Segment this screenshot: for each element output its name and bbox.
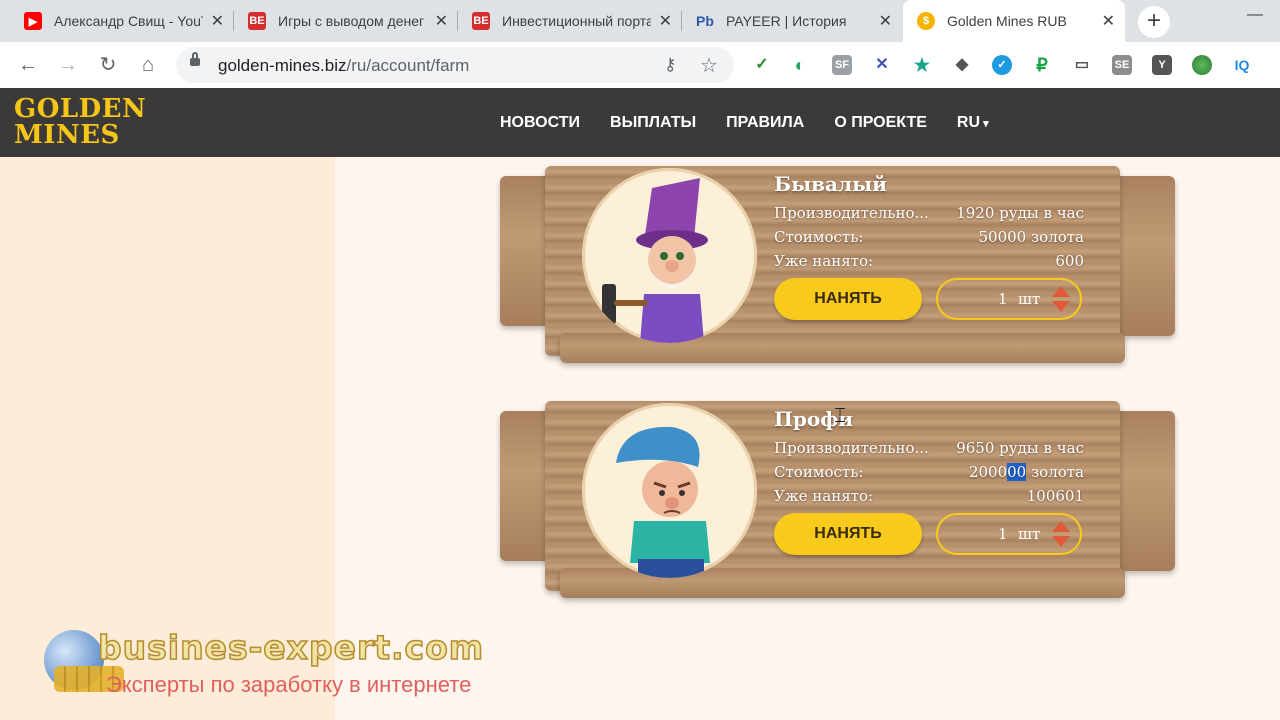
new-tab-button[interactable]: + bbox=[1138, 6, 1170, 38]
browser-tab-games[interactable]: BE Игры с выводом денег ✕ bbox=[234, 0, 458, 42]
browser-tab-payeer[interactable]: Pb PAYEER | История ✕ bbox=[682, 0, 902, 42]
extension-iq-icon[interactable]: IQ bbox=[1232, 55, 1252, 75]
extension-check-circle-icon[interactable]: ✓ bbox=[992, 55, 1012, 75]
stat-value: 100601 bbox=[1026, 487, 1084, 505]
close-icon[interactable]: ✕ bbox=[435, 11, 448, 31]
extension-swirl-icon[interactable]: ◐ bbox=[790, 55, 810, 75]
tab-title: Александр Свищ - YouTube bbox=[54, 13, 203, 29]
payeer-icon: Pb bbox=[696, 13, 714, 29]
tab-title: Golden Mines RUB bbox=[947, 13, 1067, 29]
lock-icon bbox=[190, 52, 200, 66]
close-icon[interactable]: ✕ bbox=[659, 11, 672, 31]
extension-monitor-icon[interactable]: ▭ bbox=[1072, 55, 1092, 75]
watermark-tagline: Эксперты по заработку в интернете bbox=[106, 672, 472, 697]
stat-row-productivity: Производительно... 9650 руды в час bbox=[774, 439, 1084, 461]
watermark-site: busines-expert.com bbox=[97, 627, 485, 668]
quantity-value[interactable]: 1 bbox=[998, 290, 1008, 308]
hire-button[interactable]: НАНЯТЬ bbox=[774, 278, 922, 320]
home-icon[interactable]: ⌂ bbox=[134, 51, 162, 79]
worker-card-profi: Профи ⌶ Производительно... 9650 руды в ч… bbox=[500, 393, 1175, 605]
address-bar[interactable]: golden-mines.biz/ru/account/farm ⚷ ☆ bbox=[176, 47, 734, 83]
golden-mines-logo[interactable]: GOLDEN MINES bbox=[14, 96, 146, 148]
quantity-unit: шт bbox=[1018, 290, 1041, 308]
browser-toolbar: ← → ↻ ⌂ golden-mines.biz/ru/account/farm… bbox=[0, 42, 1280, 89]
gnome-avatar bbox=[582, 168, 757, 343]
browser-tab-strip: ▶ Александр Свищ - YouTube ✕ BE Игры с в… bbox=[0, 0, 1280, 42]
nav-payouts[interactable]: ВЫПЛАТЫ bbox=[610, 114, 696, 132]
extension-sf-icon[interactable]: SF bbox=[832, 55, 852, 75]
gnome-blue-hat-illustration bbox=[616, 426, 710, 578]
extension-cube-icon[interactable]: ◆ bbox=[952, 55, 972, 75]
stat-label: Уже нанято: bbox=[774, 487, 874, 505]
tab-title: PAYEER | История bbox=[726, 13, 847, 29]
reload-icon[interactable]: ↻ bbox=[94, 51, 122, 79]
stat-row-cost: Стоимость: 50000 золота bbox=[774, 228, 1084, 250]
stat-row-cost: Стоимость: 200000 золота bbox=[774, 463, 1084, 485]
hire-button[interactable]: НАНЯТЬ bbox=[774, 513, 922, 555]
extension-ruble-icon[interactable]: ₽ bbox=[1032, 55, 1052, 75]
be-icon: BE bbox=[248, 12, 266, 30]
extension-x-icon[interactable]: ✕ bbox=[872, 55, 892, 75]
spinner-arrows-icon[interactable] bbox=[1050, 519, 1072, 549]
stat-label: Производительно... bbox=[774, 439, 929, 457]
youtube-icon: ▶ bbox=[24, 12, 42, 30]
page-viewport: Бывалый Производительно... 1920 руды в ч… bbox=[0, 88, 1280, 720]
stat-value: 1920 руды в час bbox=[956, 204, 1084, 222]
quantity-stepper[interactable]: 1 шт bbox=[936, 513, 1082, 555]
language-dropdown[interactable]: RU bbox=[957, 114, 989, 132]
url-text: golden-mines.biz/ru/account/farm bbox=[218, 56, 470, 75]
stat-value: 9650 руды в час bbox=[956, 439, 1084, 457]
close-icon[interactable]: ✕ bbox=[879, 11, 892, 31]
gnome-avatar bbox=[582, 403, 757, 578]
text-cursor-icon: ⌶ bbox=[834, 405, 846, 427]
back-icon[interactable]: ← bbox=[14, 51, 42, 79]
worker-name: Бывалый bbox=[774, 172, 887, 196]
watermark: busines-expert.com Эксперты по заработку… bbox=[24, 627, 544, 698]
nav-about[interactable]: О ПРОЕКТЕ bbox=[834, 114, 927, 132]
tab-title: Инвестиционный портал bbox=[502, 13, 651, 29]
worker-card-byvaly: Бывалый Производительно... 1920 руды в ч… bbox=[500, 158, 1175, 370]
stat-value: 600 bbox=[1055, 252, 1084, 270]
extension-se-icon[interactable]: SE bbox=[1112, 55, 1132, 75]
close-icon[interactable]: ✕ bbox=[211, 11, 224, 31]
stat-row-hired: Уже нанято: 600 bbox=[774, 252, 1084, 274]
close-icon[interactable]: ✕ bbox=[1102, 11, 1115, 31]
stat-label: Производительно... bbox=[774, 204, 929, 222]
bookmark-star-icon[interactable]: ☆ bbox=[700, 53, 718, 78]
quantity-value[interactable]: 1 bbox=[998, 525, 1008, 543]
site-header: GOLDEN MINES НОВОСТИ ВЫПЛАТЫ ПРАВИЛА О П… bbox=[0, 88, 1280, 157]
quantity-stepper[interactable]: 1 шт bbox=[936, 278, 1082, 320]
tab-title: Игры с выводом денег bbox=[278, 13, 425, 29]
key-icon[interactable]: ⚷ bbox=[664, 55, 676, 75]
extension-check-icon[interactable]: ✓ bbox=[752, 55, 772, 75]
extension-y-icon[interactable]: Y bbox=[1152, 55, 1172, 75]
stat-value: 200000 золота bbox=[968, 463, 1084, 481]
forward-icon[interactable]: → bbox=[54, 51, 82, 79]
left-panel bbox=[0, 88, 335, 720]
nav-rules[interactable]: ПРАВИЛА bbox=[726, 114, 804, 132]
quantity-unit: шт bbox=[1018, 525, 1041, 543]
nav-news[interactable]: НОВОСТИ bbox=[500, 114, 580, 132]
coin-icon: $ bbox=[917, 12, 935, 30]
extension-globe-icon[interactable] bbox=[1192, 55, 1212, 75]
minimize-icon[interactable]: — bbox=[1240, 6, 1270, 23]
site-nav: НОВОСТИ ВЫПЛАТЫ ПРАВИЛА О ПРОЕКТЕ RU bbox=[500, 114, 989, 132]
spinner-arrows-icon[interactable] bbox=[1050, 284, 1072, 314]
extension-star-icon[interactable]: ★ bbox=[912, 55, 932, 75]
stat-value: 50000 золота bbox=[978, 228, 1085, 246]
be-icon: BE bbox=[472, 12, 490, 30]
gnome-purple-hat-illustration bbox=[602, 178, 708, 343]
stat-label: Уже нанято: bbox=[774, 252, 874, 270]
browser-tab-youtube[interactable]: ▶ Александр Свищ - YouTube ✕ bbox=[10, 0, 234, 42]
stat-label: Стоимость: bbox=[774, 228, 864, 246]
selected-text: 00 bbox=[1007, 463, 1027, 481]
stat-label: Стоимость: bbox=[774, 463, 864, 481]
stat-row-productivity: Производительно... 1920 руды в час bbox=[774, 204, 1084, 226]
browser-tab-invest[interactable]: BE Инвестиционный портал ✕ bbox=[458, 0, 682, 42]
browser-tab-golden-mines[interactable]: $ Golden Mines RUB ✕ bbox=[903, 0, 1125, 42]
stat-row-hired: Уже нанято: 100601 bbox=[774, 487, 1084, 509]
